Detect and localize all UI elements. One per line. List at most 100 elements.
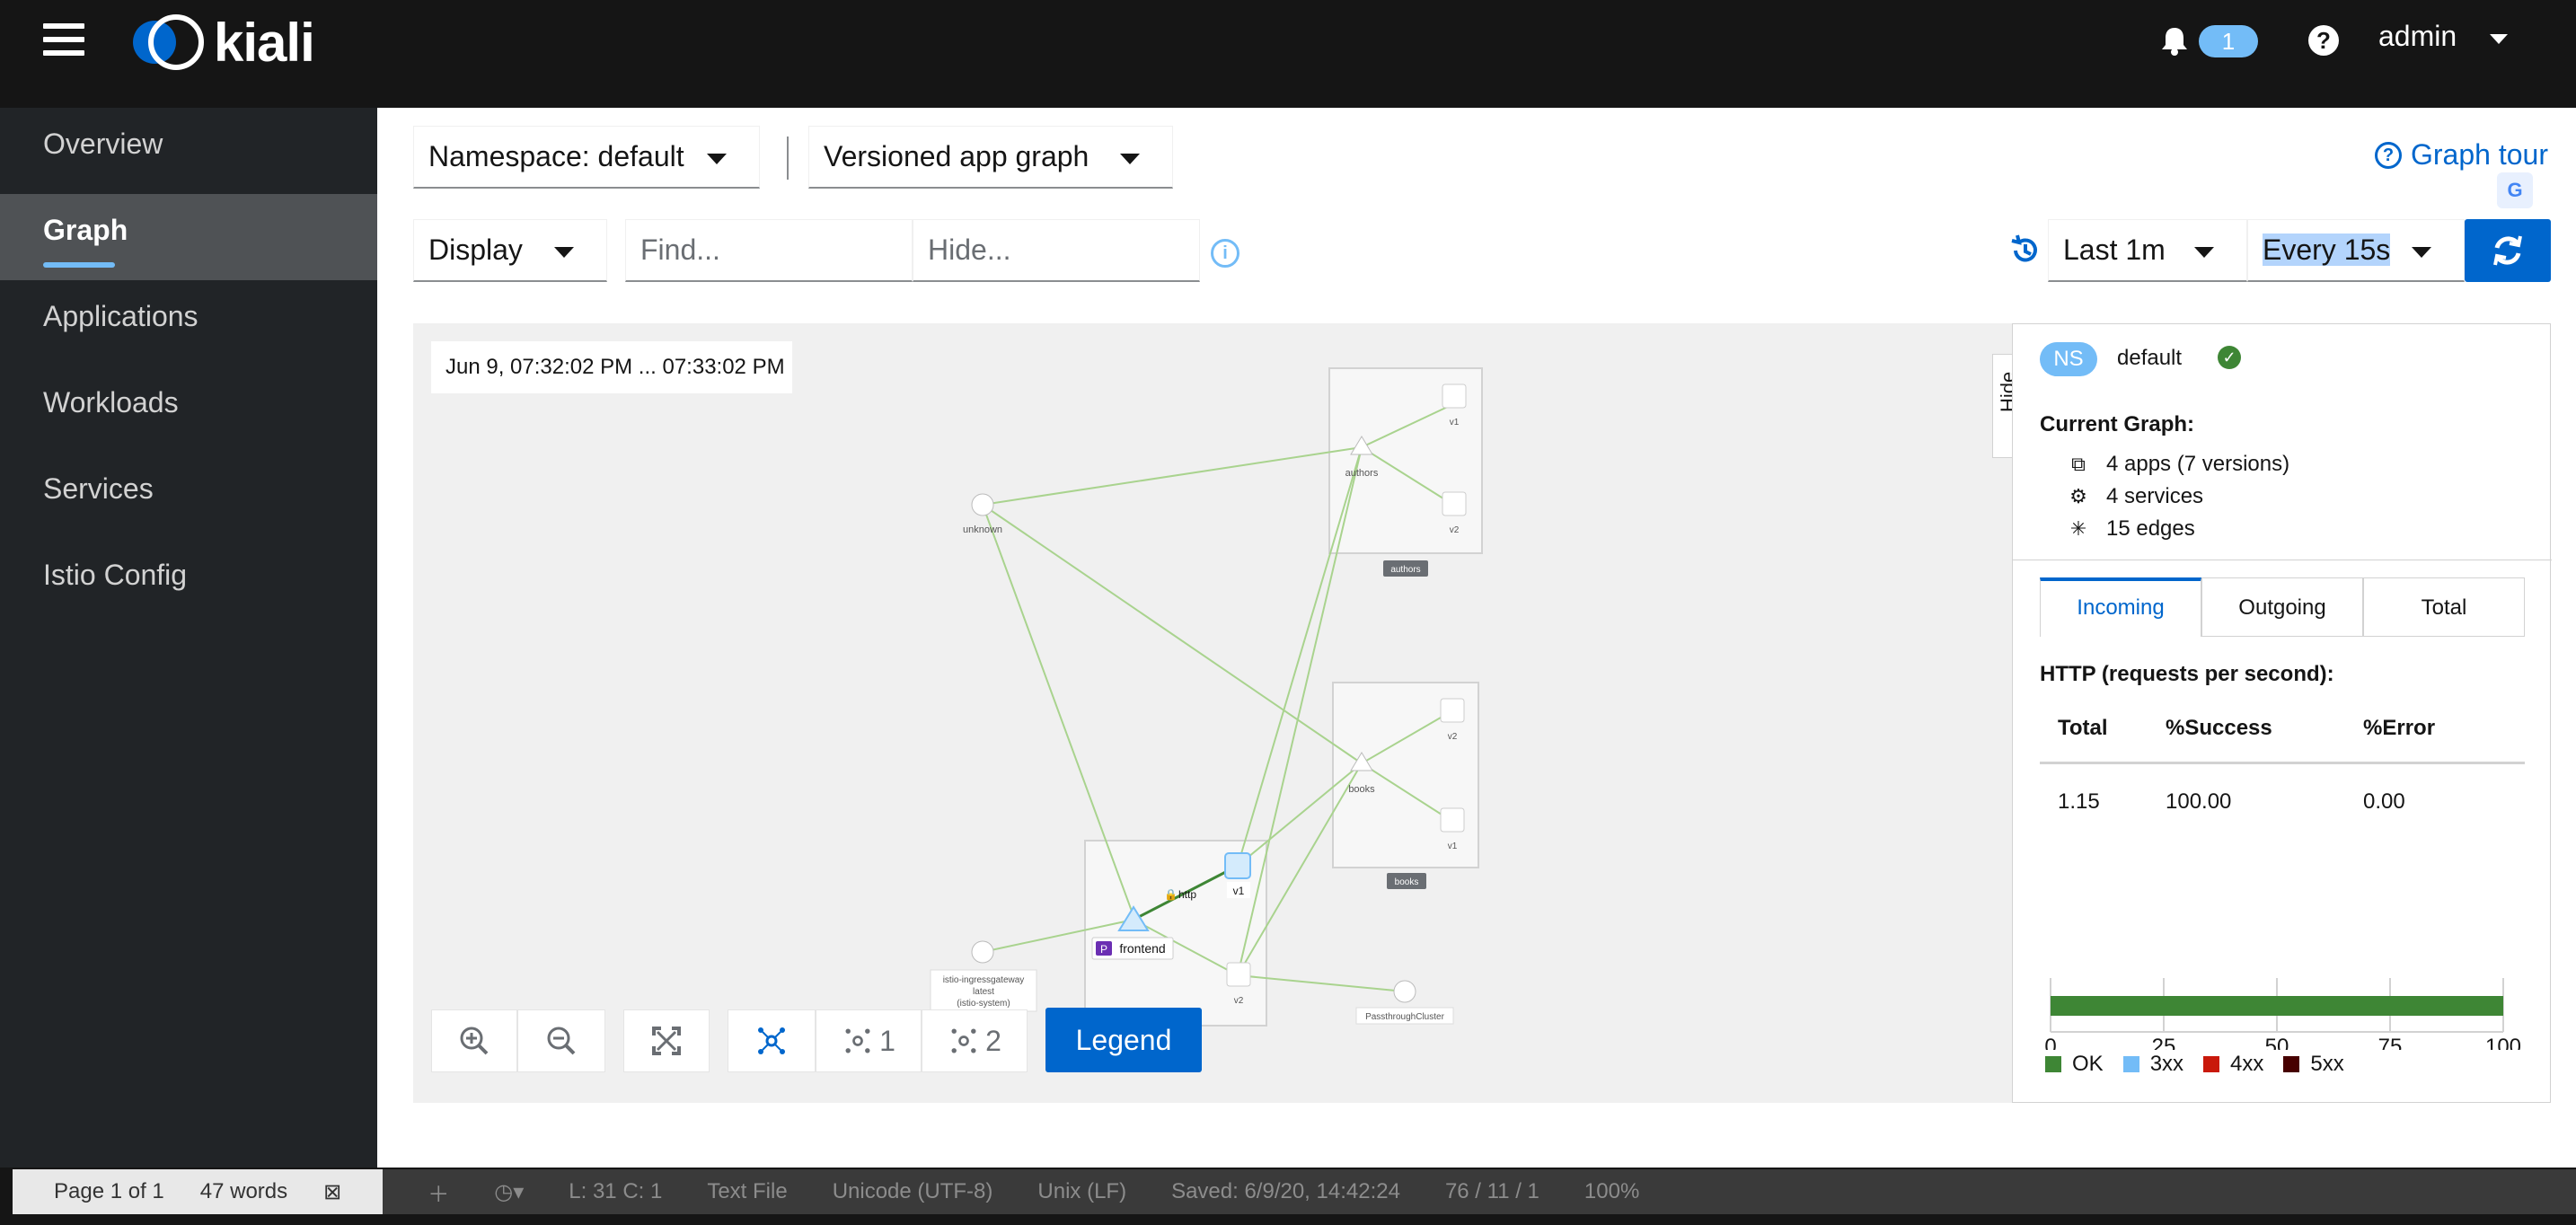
check-circle-icon: ✓ <box>2218 346 2241 369</box>
file-type[interactable]: Text File <box>707 1179 787 1204</box>
books-v2-node[interactable] <box>1440 698 1465 723</box>
sidebar-item-applications[interactable]: Applications <box>0 280 377 366</box>
authors-v2-node[interactable] <box>1442 491 1467 516</box>
legend-label: 4xx <box>2230 1052 2264 1076</box>
legend-item-5xx: 5xx <box>2283 1052 2344 1077</box>
summary-panel: NS default ✓ Current Graph: ⧉ 4 apps (7 … <box>2012 323 2552 1103</box>
apps-stat: ⧉ 4 apps (7 versions) <box>2067 452 2289 477</box>
sidebar-item-overview[interactable]: Overview <box>0 108 377 194</box>
zoom-out-icon <box>547 1027 576 1055</box>
display-select[interactable]: Display <box>413 219 607 282</box>
lock-icon: 🔒 <box>1164 888 1178 901</box>
graph-canvas[interactable]: unknown authors v1 v2 authors books v2 v… <box>413 323 2028 1103</box>
hide-placeholder: Hide... <box>928 234 1011 266</box>
cursor-position: L: 31 C: 1 <box>569 1179 663 1203</box>
main-content: Namespace: default Versioned app graph ?… <box>377 108 2576 1168</box>
user-menu[interactable]: admin <box>2378 20 2457 53</box>
sidebar-item-graph[interactable]: Graph <box>0 194 377 280</box>
refresh-button[interactable] <box>2465 219 2551 282</box>
toolbar-separator <box>787 137 789 180</box>
status-bar-inner: Page 1 of 1 47 words ⊠ ＋ ◷▾ L: 31 C: 1 T… <box>13 1169 2576 1214</box>
history-icon[interactable] <box>2008 234 2042 268</box>
help-icon[interactable]: ? <box>2308 25 2339 56</box>
info-icon[interactable]: i <box>1211 239 1239 268</box>
tab-incoming[interactable]: Incoming <box>2040 577 2201 637</box>
sidebar-nav: Overview Graph Applications Workloads Se… <box>0 108 377 1168</box>
zoom-in-button[interactable] <box>431 1009 517 1072</box>
graph-tour-link[interactable]: ? Graph tour <box>2375 138 2548 172</box>
sidebar-item-services[interactable]: Services <box>0 453 377 539</box>
layout-2-button[interactable]: 2 <box>922 1009 1028 1072</box>
legend-label: OK <box>2072 1052 2104 1076</box>
refresh-interval-select[interactable]: Every 15s <box>2247 219 2465 282</box>
tab-outgoing[interactable]: Outgoing <box>2201 577 2363 637</box>
tab-total[interactable]: Total <box>2363 577 2525 637</box>
tick-label: 100 <box>2485 1035 2521 1050</box>
edges-stat-text: 15 edges <box>2106 516 2195 541</box>
sidebar-item-istio-config[interactable]: Istio Config <box>0 539 377 625</box>
services-stat-text: 4 services <box>2106 484 2204 508</box>
passthrough-node[interactable] <box>1393 980 1416 1003</box>
legend-button[interactable]: Legend <box>1045 1008 1202 1072</box>
bell-icon[interactable] <box>2159 25 2190 56</box>
layout-default-button[interactable] <box>728 1009 816 1072</box>
ingress-gateway-node[interactable] <box>971 940 994 964</box>
duration-select[interactable]: Last 1m <box>2048 219 2247 282</box>
dictionary-icon[interactable]: ⊠ <box>323 1179 341 1205</box>
graph-type-select-label: Versioned app graph <box>824 140 1090 172</box>
masthead: kiali 1 ? admin <box>0 0 2576 108</box>
find-input[interactable]: Find... <box>625 219 913 282</box>
tick-label: 75 <box>2378 1035 2403 1050</box>
apps-stat-text: 4 apps (7 versions) <box>2106 452 2290 476</box>
cell-success: 100.00 <box>2166 789 2232 814</box>
books-v1-node[interactable] <box>1440 807 1465 833</box>
header-success: %Success <box>2166 716 2272 740</box>
services-icon: ⚙ <box>2069 485 2087 507</box>
frontend-v2-node[interactable] <box>1226 962 1251 987</box>
authors-v1-label: v1 <box>1450 418 1460 427</box>
clock-icon[interactable]: ◷▾ <box>494 1179 524 1205</box>
namespace-name[interactable]: default <box>2117 346 2182 371</box>
chart-legend: OK 3xx 4xx 5xx <box>2045 1052 2344 1077</box>
authors-v2-label: v2 <box>1450 525 1460 535</box>
graph-type-select[interactable]: Versioned app graph <box>808 126 1173 189</box>
refresh-interval-label: Every 15s <box>2263 234 2391 266</box>
hide-input[interactable]: Hide... <box>913 219 1200 282</box>
http-table: Total %Success %Error 1.15 100.00 0.00 <box>2040 701 2525 840</box>
books-box-label: books <box>1395 877 1419 887</box>
layout-2-label: 2 <box>985 1024 1001 1057</box>
unknown-node[interactable] <box>971 493 994 516</box>
chevron-down-icon <box>707 154 727 164</box>
http-edge-label: http <box>1178 888 1196 901</box>
line-endings[interactable]: Unix (LF) <box>1037 1179 1126 1204</box>
zoom-in-icon <box>460 1027 489 1055</box>
kiali-logo-icon <box>133 14 204 70</box>
layout-1-button[interactable]: 1 <box>816 1009 922 1072</box>
hamburger-menu-icon[interactable] <box>43 23 84 59</box>
http-bar-chart: 0 25 50 75 100 <box>2044 978 2521 1050</box>
books-v1-label: v1 <box>1448 842 1458 851</box>
fit-to-screen-button[interactable] <box>623 1009 710 1072</box>
header-total: Total <box>2058 716 2108 740</box>
translate-icon[interactable]: G <box>2497 172 2533 208</box>
chevron-down-icon <box>554 247 574 258</box>
graph-svg: unknown authors v1 v2 authors books v2 v… <box>930 367 1483 1027</box>
traffic-tabs: Incoming Outgoing Total <box>2040 577 2525 637</box>
edge-unknown-authors <box>982 446 1363 506</box>
notifications-badge[interactable]: 1 <box>2199 25 2258 57</box>
zoom-out-button[interactable] <box>517 1009 605 1072</box>
authors-v1-node[interactable] <box>1442 383 1467 409</box>
add-icon[interactable]: ＋ <box>428 1177 449 1208</box>
frontend-v2-label: v2 <box>1234 996 1244 1006</box>
chevron-down-icon[interactable] <box>2490 34 2508 44</box>
encoding[interactable]: Unicode (UTF-8) <box>833 1179 993 1204</box>
frontend-v1-node[interactable] <box>1224 852 1251 879</box>
find-placeholder: Find... <box>640 234 720 266</box>
ingress-label-1: istio-ingressgateway <box>943 975 1025 985</box>
services-stat: ⚙ 4 services <box>2067 484 2203 509</box>
graph-tour-label: Graph tour <box>2411 138 2548 171</box>
kiali-logo[interactable]: kiali <box>128 11 315 74</box>
sidebar-item-workloads[interactable]: Workloads <box>0 366 377 453</box>
namespace-select[interactable]: Namespace: default <box>413 126 760 189</box>
zoom-level[interactable]: 100% <box>1584 1179 1639 1204</box>
